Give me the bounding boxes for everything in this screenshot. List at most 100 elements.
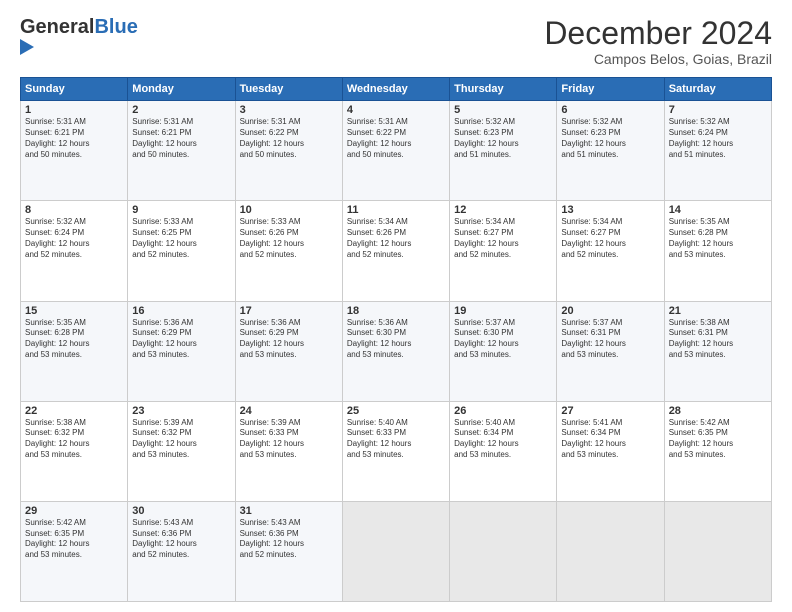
day-cell: 12Sunrise: 5:34 AMSunset: 6:27 PMDayligh… [450, 201, 557, 301]
day-info: Sunrise: 5:31 AMSunset: 6:21 PMDaylight:… [132, 117, 230, 160]
day-cell: 10Sunrise: 5:33 AMSunset: 6:26 PMDayligh… [235, 201, 342, 301]
day-info: Sunrise: 5:31 AMSunset: 6:22 PMDaylight:… [240, 117, 338, 160]
day-cell: 14Sunrise: 5:35 AMSunset: 6:28 PMDayligh… [664, 201, 771, 301]
day-cell: 6Sunrise: 5:32 AMSunset: 6:23 PMDaylight… [557, 101, 664, 201]
day-number: 4 [347, 104, 445, 116]
day-cell: 9Sunrise: 5:33 AMSunset: 6:25 PMDaylight… [128, 201, 235, 301]
location-subtitle: Campos Belos, Goias, Brazil [544, 51, 772, 67]
day-info: Sunrise: 5:32 AMSunset: 6:23 PMDaylight:… [561, 117, 659, 160]
day-number: 28 [669, 405, 767, 417]
day-cell: 8Sunrise: 5:32 AMSunset: 6:24 PMDaylight… [21, 201, 128, 301]
day-cell: 16Sunrise: 5:36 AMSunset: 6:29 PMDayligh… [128, 301, 235, 401]
day-info: Sunrise: 5:31 AMSunset: 6:22 PMDaylight:… [347, 117, 445, 160]
title-area: December 2024 Campos Belos, Goias, Brazi… [544, 16, 772, 67]
header-monday: Monday [128, 78, 235, 101]
logo: GeneralBlue [20, 16, 138, 55]
day-number: 6 [561, 104, 659, 116]
day-number: 31 [240, 505, 338, 517]
day-cell: 15Sunrise: 5:35 AMSunset: 6:28 PMDayligh… [21, 301, 128, 401]
logo-icon-row [20, 39, 138, 55]
day-info: Sunrise: 5:34 AMSunset: 6:27 PMDaylight:… [561, 217, 659, 260]
day-number: 16 [132, 305, 230, 317]
day-cell: 24Sunrise: 5:39 AMSunset: 6:33 PMDayligh… [235, 401, 342, 501]
day-number: 13 [561, 204, 659, 216]
day-cell: 17Sunrise: 5:36 AMSunset: 6:29 PMDayligh… [235, 301, 342, 401]
header: GeneralBlue December 2024 Campos Belos, … [20, 16, 772, 67]
logo-text: GeneralBlue [20, 16, 138, 39]
day-cell: 30Sunrise: 5:43 AMSunset: 6:36 PMDayligh… [128, 501, 235, 601]
day-cell: 5Sunrise: 5:32 AMSunset: 6:23 PMDaylight… [450, 101, 557, 201]
day-info: Sunrise: 5:37 AMSunset: 6:31 PMDaylight:… [561, 318, 659, 361]
day-info: Sunrise: 5:39 AMSunset: 6:32 PMDaylight:… [132, 418, 230, 461]
day-info: Sunrise: 5:40 AMSunset: 6:33 PMDaylight:… [347, 418, 445, 461]
day-number: 20 [561, 305, 659, 317]
day-number: 19 [454, 305, 552, 317]
day-cell: 18Sunrise: 5:36 AMSunset: 6:30 PMDayligh… [342, 301, 449, 401]
day-cell: 25Sunrise: 5:40 AMSunset: 6:33 PMDayligh… [342, 401, 449, 501]
day-cell: 28Sunrise: 5:42 AMSunset: 6:35 PMDayligh… [664, 401, 771, 501]
day-cell: 23Sunrise: 5:39 AMSunset: 6:32 PMDayligh… [128, 401, 235, 501]
day-info: Sunrise: 5:40 AMSunset: 6:34 PMDaylight:… [454, 418, 552, 461]
day-number: 10 [240, 204, 338, 216]
day-cell [342, 501, 449, 601]
header-wednesday: Wednesday [342, 78, 449, 101]
day-info: Sunrise: 5:31 AMSunset: 6:21 PMDaylight:… [25, 117, 123, 160]
week-row-3: 15Sunrise: 5:35 AMSunset: 6:28 PMDayligh… [21, 301, 772, 401]
day-cell: 22Sunrise: 5:38 AMSunset: 6:32 PMDayligh… [21, 401, 128, 501]
weekday-header-row: Sunday Monday Tuesday Wednesday Thursday… [21, 78, 772, 101]
header-saturday: Saturday [664, 78, 771, 101]
day-cell: 11Sunrise: 5:34 AMSunset: 6:26 PMDayligh… [342, 201, 449, 301]
day-info: Sunrise: 5:43 AMSunset: 6:36 PMDaylight:… [240, 518, 338, 561]
day-info: Sunrise: 5:33 AMSunset: 6:25 PMDaylight:… [132, 217, 230, 260]
day-info: Sunrise: 5:33 AMSunset: 6:26 PMDaylight:… [240, 217, 338, 260]
day-cell: 20Sunrise: 5:37 AMSunset: 6:31 PMDayligh… [557, 301, 664, 401]
day-number: 8 [25, 204, 123, 216]
day-info: Sunrise: 5:38 AMSunset: 6:31 PMDaylight:… [669, 318, 767, 361]
day-number: 29 [25, 505, 123, 517]
day-info: Sunrise: 5:37 AMSunset: 6:30 PMDaylight:… [454, 318, 552, 361]
day-number: 2 [132, 104, 230, 116]
day-number: 9 [132, 204, 230, 216]
day-number: 1 [25, 104, 123, 116]
day-info: Sunrise: 5:43 AMSunset: 6:36 PMDaylight:… [132, 518, 230, 561]
day-info: Sunrise: 5:38 AMSunset: 6:32 PMDaylight:… [25, 418, 123, 461]
day-cell: 3Sunrise: 5:31 AMSunset: 6:22 PMDaylight… [235, 101, 342, 201]
day-cell [450, 501, 557, 601]
week-row-5: 29Sunrise: 5:42 AMSunset: 6:35 PMDayligh… [21, 501, 772, 601]
day-cell: 31Sunrise: 5:43 AMSunset: 6:36 PMDayligh… [235, 501, 342, 601]
week-row-2: 8Sunrise: 5:32 AMSunset: 6:24 PMDaylight… [21, 201, 772, 301]
day-cell: 4Sunrise: 5:31 AMSunset: 6:22 PMDaylight… [342, 101, 449, 201]
day-number: 21 [669, 305, 767, 317]
day-number: 12 [454, 204, 552, 216]
day-cell: 27Sunrise: 5:41 AMSunset: 6:34 PMDayligh… [557, 401, 664, 501]
day-number: 25 [347, 405, 445, 417]
day-number: 27 [561, 405, 659, 417]
day-number: 14 [669, 204, 767, 216]
day-number: 11 [347, 204, 445, 216]
header-tuesday: Tuesday [235, 78, 342, 101]
day-cell [664, 501, 771, 601]
page: GeneralBlue December 2024 Campos Belos, … [0, 0, 792, 612]
day-cell: 26Sunrise: 5:40 AMSunset: 6:34 PMDayligh… [450, 401, 557, 501]
day-cell [557, 501, 664, 601]
week-row-1: 1Sunrise: 5:31 AMSunset: 6:21 PMDaylight… [21, 101, 772, 201]
day-cell: 21Sunrise: 5:38 AMSunset: 6:31 PMDayligh… [664, 301, 771, 401]
day-cell: 2Sunrise: 5:31 AMSunset: 6:21 PMDaylight… [128, 101, 235, 201]
day-cell: 19Sunrise: 5:37 AMSunset: 6:30 PMDayligh… [450, 301, 557, 401]
day-number: 18 [347, 305, 445, 317]
header-thursday: Thursday [450, 78, 557, 101]
day-info: Sunrise: 5:42 AMSunset: 6:35 PMDaylight:… [669, 418, 767, 461]
day-number: 22 [25, 405, 123, 417]
day-number: 5 [454, 104, 552, 116]
day-info: Sunrise: 5:41 AMSunset: 6:34 PMDaylight:… [561, 418, 659, 461]
day-number: 7 [669, 104, 767, 116]
arrow-icon [20, 39, 34, 55]
day-cell: 1Sunrise: 5:31 AMSunset: 6:21 PMDaylight… [21, 101, 128, 201]
calendar-table: Sunday Monday Tuesday Wednesday Thursday… [20, 77, 772, 602]
day-number: 23 [132, 405, 230, 417]
day-info: Sunrise: 5:32 AMSunset: 6:24 PMDaylight:… [25, 217, 123, 260]
day-number: 24 [240, 405, 338, 417]
day-info: Sunrise: 5:39 AMSunset: 6:33 PMDaylight:… [240, 418, 338, 461]
day-info: Sunrise: 5:36 AMSunset: 6:29 PMDaylight:… [240, 318, 338, 361]
day-info: Sunrise: 5:36 AMSunset: 6:29 PMDaylight:… [132, 318, 230, 361]
